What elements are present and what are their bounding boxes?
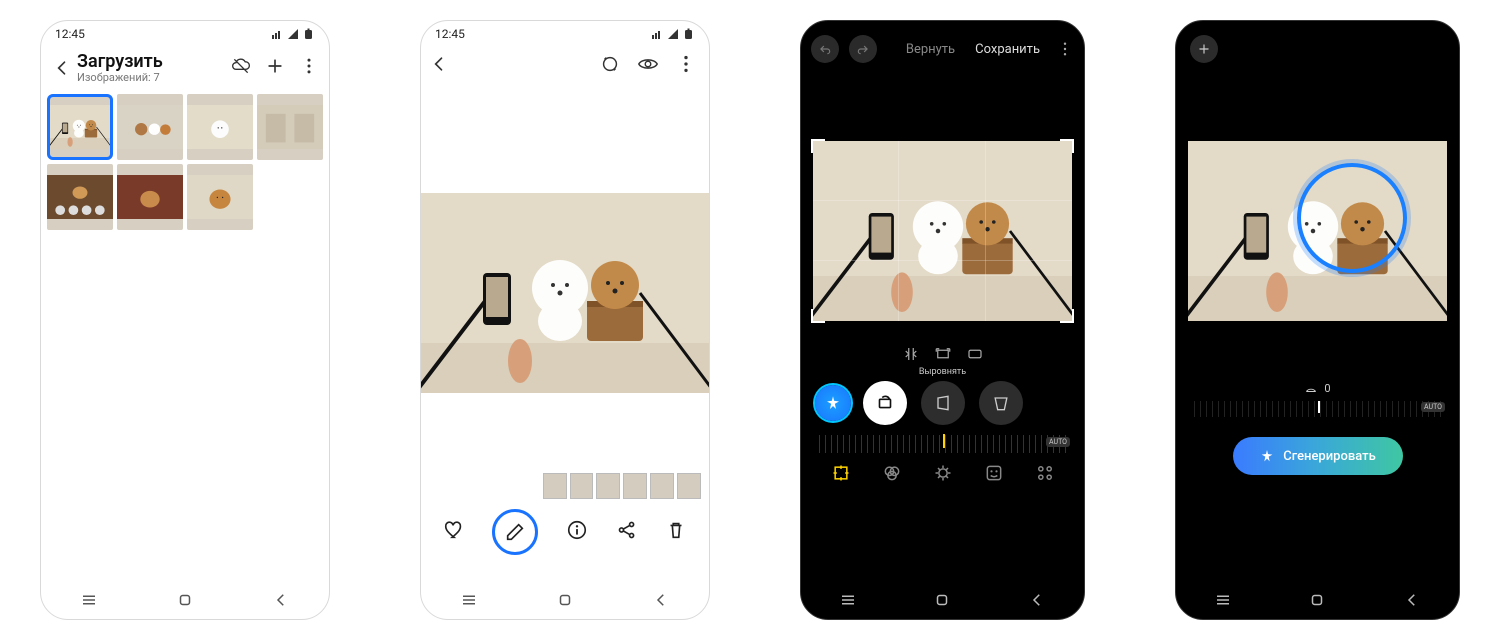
crop-frame[interactable]	[813, 141, 1072, 321]
cloud-off-icon[interactable]	[231, 56, 251, 80]
redo-button[interactable]	[849, 35, 877, 63]
nav-back-button[interactable]	[272, 591, 290, 613]
thumbnail[interactable]	[117, 164, 183, 230]
status-icons	[271, 28, 315, 40]
thumbnail[interactable]	[187, 94, 253, 160]
add-button[interactable]	[265, 56, 285, 80]
clock-text: 12:45	[55, 27, 85, 41]
filmstrip-thumb[interactable]	[677, 473, 701, 499]
transform-tab-icon[interactable]	[831, 463, 851, 483]
album-header: Загрузить Изображений: 7	[41, 47, 329, 90]
ruler-marker[interactable]	[943, 434, 945, 448]
perspective-v-button[interactable]	[979, 381, 1023, 425]
generative-edit-button[interactable]	[815, 385, 851, 421]
angle-display: 0	[1176, 381, 1459, 395]
thumbnail[interactable]	[47, 94, 113, 160]
filmstrip-thumb[interactable]	[596, 473, 620, 499]
more-menu-icon[interactable]	[659, 53, 697, 79]
gen-canvas[interactable]	[1188, 141, 1447, 321]
selection-circle[interactable]	[1297, 163, 1407, 273]
generate-button[interactable]: Сгенерировать	[1233, 437, 1403, 475]
aspect-ratio-icon[interactable]	[966, 345, 984, 367]
android-nav-bar	[41, 585, 329, 619]
thumbnail[interactable]	[187, 164, 253, 230]
transform-ops-row: Выровнять	[801, 381, 1084, 425]
thumbnail-grid	[41, 90, 329, 234]
recents-button[interactable]	[460, 591, 478, 613]
home-button[interactable]	[933, 591, 951, 613]
recents-button[interactable]	[80, 591, 98, 613]
editor-header: Вернуть Сохранить	[801, 21, 1084, 71]
info-icon[interactable]	[566, 519, 588, 545]
ruler-marker[interactable]	[1318, 401, 1320, 413]
viewer-header	[421, 47, 709, 83]
ratio-tools-row	[801, 345, 1084, 367]
save-button[interactable]: Сохранить	[975, 42, 1040, 57]
perspective-h-button[interactable]	[921, 381, 965, 425]
recents-button[interactable]	[839, 591, 857, 613]
back-button[interactable]	[49, 55, 75, 81]
home-button[interactable]	[176, 591, 194, 613]
viewer-bottom-bar	[421, 509, 709, 555]
auto-button[interactable]: AUTO	[1046, 437, 1070, 447]
more-menu-icon[interactable]	[299, 56, 319, 80]
add-button[interactable]	[1190, 35, 1218, 63]
filmstrip-thumb[interactable]	[650, 473, 674, 499]
gen-header	[1176, 21, 1459, 71]
thumbnail[interactable]	[117, 94, 183, 160]
image-viewer-screen: 12:45	[420, 20, 710, 620]
album-title: Загрузить	[77, 51, 231, 72]
filmstrip[interactable]	[543, 473, 701, 499]
angle-value: 0	[1324, 382, 1330, 395]
auto-button[interactable]: AUTO	[1421, 402, 1445, 412]
sparkle-icon	[1259, 448, 1275, 464]
favorite-icon[interactable]	[443, 519, 465, 545]
android-nav-bar	[1176, 585, 1459, 619]
main-image[interactable]	[421, 193, 709, 393]
nav-back-button[interactable]	[1028, 591, 1046, 613]
flip-horizontal-icon[interactable]	[902, 345, 920, 367]
filmstrip-thumb[interactable]	[543, 473, 567, 499]
filters-tab-icon[interactable]	[882, 463, 902, 483]
filmstrip-thumb[interactable]	[623, 473, 647, 499]
album-subtitle: Изображений: 7	[77, 71, 231, 84]
gallery-album-screen: 12:45 Загрузить Изображений: 7	[40, 20, 330, 620]
nav-back-button[interactable]	[652, 591, 670, 613]
angle-ruler[interactable]: AUTO	[1194, 401, 1441, 417]
crop-editor-screen: Вернуть Сохранить Выровнять AUTO	[800, 20, 1085, 620]
stickers-tab-icon[interactable]	[984, 463, 1004, 483]
android-nav-bar	[421, 585, 709, 619]
generative-edit-screen: 0 AUTO Сгенерировать	[1175, 20, 1460, 620]
angle-icon	[1304, 381, 1318, 395]
remaster-icon[interactable]	[583, 53, 621, 79]
delete-icon[interactable]	[665, 519, 687, 545]
generate-label: Сгенерировать	[1283, 449, 1376, 464]
revert-button[interactable]: Вернуть	[906, 42, 955, 57]
adjust-tab-icon[interactable]	[933, 463, 953, 483]
back-button[interactable]	[429, 54, 449, 78]
angle-ruler[interactable]: AUTO	[819, 435, 1066, 453]
home-button[interactable]	[556, 591, 574, 613]
straighten-label: Выровнять	[919, 367, 966, 377]
status-bar: 12:45	[421, 21, 709, 47]
thumbnail[interactable]	[47, 164, 113, 230]
visibility-icon[interactable]	[621, 53, 659, 79]
share-icon[interactable]	[616, 519, 638, 545]
nav-back-button[interactable]	[1403, 591, 1421, 613]
thumbnail[interactable]	[257, 94, 323, 160]
editor-tabs	[801, 463, 1084, 483]
android-nav-bar	[801, 585, 1084, 619]
edit-button[interactable]	[492, 509, 538, 555]
home-button[interactable]	[1308, 591, 1326, 613]
status-bar: 12:45	[41, 21, 329, 47]
more-menu-icon[interactable]	[1056, 40, 1074, 58]
undo-button[interactable]	[811, 35, 839, 63]
filmstrip-thumb[interactable]	[570, 473, 594, 499]
free-ratio-icon[interactable]	[934, 345, 952, 367]
status-icons	[651, 28, 695, 40]
recents-button[interactable]	[1214, 591, 1232, 613]
clock-text: 12:45	[435, 27, 465, 41]
rotate-button[interactable]	[863, 381, 907, 425]
draw-tab-icon[interactable]	[1035, 463, 1055, 483]
